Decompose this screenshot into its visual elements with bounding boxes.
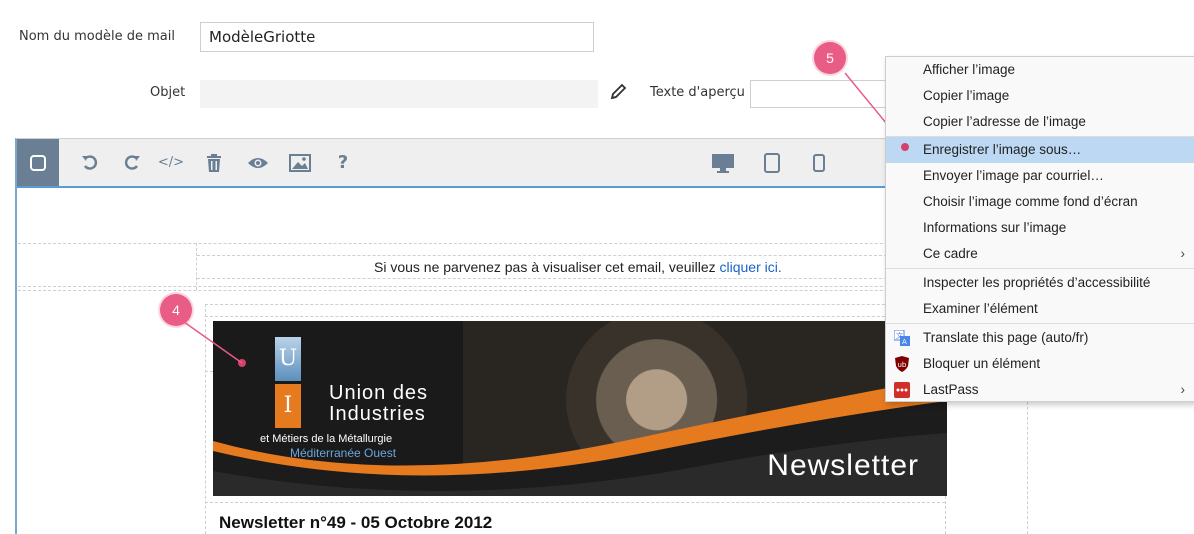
logo-mark: U I (275, 337, 301, 432)
mobile-icon (813, 153, 825, 172)
code-icon: </> (157, 155, 185, 170)
row-guide (18, 290, 1028, 291)
svg-text:A: A (902, 338, 907, 346)
menu-item-view-image[interactable]: Afficher l’image (886, 57, 1194, 83)
menu-item-this-frame[interactable]: Ce cadre › (886, 241, 1194, 267)
ublock-icon: ub (895, 356, 909, 372)
subject-label: Objet (150, 85, 186, 100)
view-online-sentence: Si vous ne parvenez pas à visualiser cet… (374, 259, 720, 275)
pencil-icon[interactable] (609, 83, 629, 101)
template-name-input[interactable]: ModèleGriotte (200, 22, 594, 52)
menu-item-label: Afficher l’image (923, 62, 1016, 77)
menu-item-label: Copier l’adresse de l’image (923, 114, 1086, 129)
menu-item-label: LastPass (923, 382, 979, 397)
menu-item-copy-image-address[interactable]: Copier l’adresse de l’image (886, 109, 1194, 135)
context-menu: Afficher l’image Copier l’image Copier l… (885, 56, 1194, 402)
trash-icon (207, 153, 221, 172)
row-guide (197, 255, 887, 256)
menu-item-save-image-as[interactable]: Enregistrer l’image sous… (886, 137, 1194, 163)
logo-letter-u: U (275, 337, 301, 381)
undo-icon (82, 154, 98, 170)
translate-icon: 文A (894, 330, 910, 346)
menu-item-translate-page[interactable]: 文A Translate this page (auto/fr) (886, 325, 1194, 351)
click-point-dot (238, 359, 246, 367)
menu-item-label: Bloquer un élément (923, 356, 1041, 371)
desktop-icon (712, 153, 734, 173)
org-subtitle: et Métiers de la Métallurgie (260, 433, 393, 445)
menu-item-block-element[interactable]: ub Bloquer un élément (886, 351, 1194, 377)
svg-text:ub: ub (898, 361, 907, 369)
menu-item-label: Examiner l’élément (923, 301, 1038, 316)
menu-item-label: Choisir l’image comme fond d’écran (923, 194, 1138, 209)
menu-separator (886, 268, 1194, 269)
redo-button[interactable] (111, 139, 153, 186)
row-guide (18, 286, 1028, 287)
image-button[interactable] (279, 139, 321, 186)
desktop-view-button[interactable] (702, 139, 744, 186)
menu-item-copy-image[interactable]: Copier l’image (886, 83, 1194, 109)
template-name-label: Nom du modèle de mail (19, 29, 175, 44)
subject-input[interactable] (200, 80, 598, 108)
preview-text-input[interactable] (750, 80, 890, 108)
menu-item-lastpass[interactable]: LastPass › (886, 377, 1194, 403)
org-name-line2: Industries (329, 403, 426, 425)
click-point-dot (901, 143, 909, 151)
select-icon (30, 154, 46, 171)
menu-item-set-desktop-background[interactable]: Choisir l’image comme fond d’écran (886, 189, 1194, 215)
row-guide (205, 316, 945, 317)
mobile-view-button[interactable] (798, 139, 840, 186)
menu-item-inspect-accessibility[interactable]: Inspecter les propriétés d’accessibilité (886, 270, 1194, 296)
view-online-link[interactable]: cliquer ici. (720, 259, 782, 275)
redo-icon (124, 154, 140, 170)
menu-item-label: Enregistrer l’image sous… (923, 142, 1082, 157)
view-online-text: Si vous ne parvenez pas à visualiser cet… (374, 259, 782, 275)
chevron-right-icon: › (1180, 382, 1186, 397)
eye-icon (248, 157, 268, 168)
preview-button[interactable] (237, 139, 279, 186)
tablet-icon (764, 152, 780, 173)
menu-separator (886, 323, 1194, 324)
row-guide (18, 243, 1028, 244)
code-button[interactable]: </> (150, 139, 192, 186)
help-icon: ? (337, 152, 349, 173)
undo-button[interactable] (69, 139, 111, 186)
chevron-right-icon: › (1180, 246, 1186, 261)
menu-item-label: Inspecter les propriétés d’accessibilité (923, 275, 1151, 290)
org-region: Méditerranée Ouest (290, 446, 397, 460)
menu-item-label: Informations sur l’image (923, 220, 1067, 235)
row-guide (205, 502, 945, 503)
org-name-line1: Union des (329, 382, 429, 404)
logo-letter-i: I (275, 384, 301, 428)
tablet-view-button[interactable] (751, 139, 793, 186)
row-guide (197, 278, 887, 279)
banner-title: Newsletter (767, 449, 919, 482)
menu-item-label: Ce cadre (923, 246, 978, 261)
image-icon (289, 153, 311, 172)
delete-button[interactable] (193, 139, 235, 186)
menu-item-label: Envoyer l’image par courriel… (923, 168, 1104, 183)
issue-title: Newsletter n°49 - 05 Octobre 2012 (219, 513, 493, 532)
column-guide (205, 304, 206, 534)
lastpass-icon (894, 382, 910, 398)
column-guide (196, 243, 197, 290)
menu-item-inspect-element[interactable]: Examiner l’élément (886, 296, 1194, 322)
step-marker-4: 4 (160, 294, 192, 326)
help-button[interactable]: ? (322, 139, 364, 186)
menu-item-email-image[interactable]: Envoyer l’image par courriel… (886, 163, 1194, 189)
preview-text-label: Texte d'aperçu (650, 85, 745, 100)
org-name: Union des Industries (329, 383, 428, 425)
row-guide (205, 304, 945, 305)
menu-item-label: Copier l’image (923, 88, 1010, 103)
newsletter-banner-image[interactable]: U I Union des Industries et Métiers de l… (213, 321, 947, 496)
menu-item-image-info[interactable]: Informations sur l’image (886, 215, 1194, 241)
select-tool-button[interactable] (17, 139, 59, 186)
step-marker-5: 5 (814, 42, 846, 74)
menu-item-label: Translate this page (auto/fr) (923, 330, 1089, 345)
